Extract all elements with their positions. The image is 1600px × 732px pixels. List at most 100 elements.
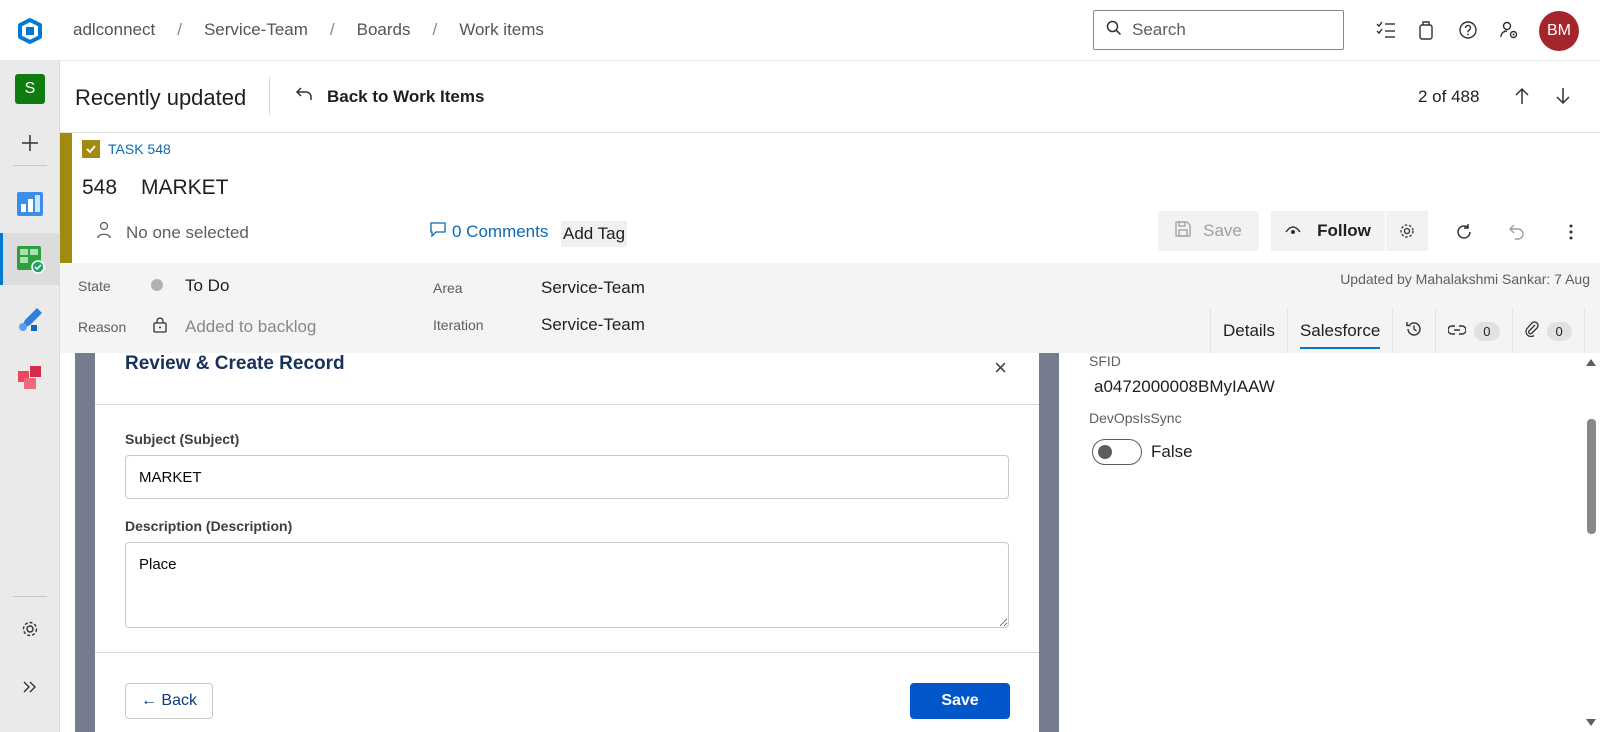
azure-devops-logo-icon[interactable] [16, 17, 44, 45]
comment-icon [430, 222, 452, 242]
add-tag-button[interactable]: Add Tag [561, 221, 628, 247]
scrollbar-thumb[interactable] [1587, 419, 1596, 534]
review-create-record-modal: Review & Create Record × Subject (Subjec… [95, 353, 1039, 732]
comments-label: 0 Comments [452, 222, 549, 241]
history-icon [1405, 320, 1423, 343]
devops-sync-toggle[interactable] [1092, 439, 1142, 465]
breadcrumb-boards[interactable]: Boards [357, 20, 411, 40]
person-icon [96, 221, 126, 244]
follow-button[interactable]: Follow [1271, 211, 1385, 251]
search-input[interactable] [1132, 20, 1322, 40]
pipelines-icon[interactable] [0, 294, 60, 346]
assignee-label: No one selected [126, 222, 249, 242]
help-icon[interactable] [1456, 18, 1480, 42]
pager-text: 2 of 488 [1418, 87, 1480, 106]
header-divider [269, 77, 270, 115]
tab-attachments[interactable]: 0 [1513, 309, 1585, 353]
overview-icon[interactable] [0, 177, 60, 229]
breadcrumb-project[interactable]: Service-Team [204, 20, 308, 40]
sfid-value: a0472000008BMyIAAW [1094, 377, 1275, 396]
scroll-down-arrow-icon[interactable] [1586, 719, 1596, 726]
project-avatar[interactable]: S [0, 63, 60, 115]
work-item-fields: State To Do Reason Added to backlog Area… [60, 263, 1600, 353]
refresh-icon[interactable] [1453, 221, 1475, 243]
shopping-bag-icon[interactable] [1414, 18, 1438, 42]
more-actions-icon[interactable] [1560, 221, 1582, 243]
expand-icon[interactable] [0, 661, 60, 713]
modal-save-button[interactable]: Save [910, 683, 1010, 719]
iteration-value[interactable]: Service-Team [541, 315, 645, 335]
state-value[interactable]: To Do [185, 276, 229, 296]
project-initial: S [15, 74, 45, 104]
state-label: State [78, 278, 111, 294]
area-value[interactable]: Service-Team [541, 278, 645, 298]
devops-sync-label: DevOpsIsSync [1089, 410, 1182, 426]
modal-divider [95, 652, 1039, 653]
save-button[interactable]: Save [1158, 211, 1259, 251]
work-item-type-label: TASK 548 [108, 141, 171, 157]
reason-label: Reason [78, 319, 127, 335]
tab-details[interactable]: Details [1211, 309, 1288, 353]
breadcrumb-separator: / [432, 20, 438, 39]
tab-links[interactable]: 0 [1436, 309, 1513, 353]
subject-label: Subject (Subject) [125, 431, 240, 447]
sfid-label: SFID [1089, 353, 1121, 369]
rail-divider [13, 596, 47, 597]
reason-value: Added to backlog [185, 317, 317, 336]
state-status-dot [151, 279, 163, 291]
artifacts-icon[interactable] [0, 351, 60, 403]
breadcrumb-work-items[interactable]: Work items [459, 20, 544, 40]
user-settings-icon[interactable] [1497, 18, 1521, 42]
modal-divider [95, 404, 1039, 405]
comments-link[interactable]: 0 Comments [430, 222, 548, 242]
work-item-type-color-bar [60, 133, 72, 263]
description-textarea[interactable]: Place [125, 542, 1009, 628]
close-icon[interactable]: × [994, 355, 1007, 381]
area-label: Area [433, 280, 463, 296]
toggle-knob [1098, 445, 1112, 459]
search-box[interactable] [1093, 10, 1344, 50]
breadcrumb-separator: / [177, 20, 182, 39]
updated-by-text[interactable]: Updated by Mahalakshmi Sankar: 7 Aug [1340, 271, 1590, 287]
tab-salesforce[interactable]: Salesforce [1288, 309, 1394, 353]
scroll-up-arrow-icon[interactable] [1586, 359, 1596, 366]
save-label: Save [1203, 221, 1242, 240]
attachments-count-badge: 0 [1546, 321, 1572, 341]
boards-icon[interactable] [0, 233, 60, 285]
tab-history[interactable] [1393, 309, 1437, 353]
previous-item-arrow-up-icon[interactable] [1509, 83, 1535, 109]
undo-icon[interactable] [1506, 221, 1528, 243]
paperclip-icon [1524, 320, 1539, 342]
work-item-type[interactable]: TASK 548 [82, 140, 171, 158]
links-count-badge: 0 [1474, 321, 1500, 341]
search-icon [1106, 20, 1122, 41]
next-item-arrow-down-icon[interactable] [1550, 83, 1576, 109]
breadcrumb-separator: / [329, 20, 335, 39]
settings-icon[interactable] [0, 603, 60, 655]
add-icon[interactable] [0, 117, 60, 169]
back-label: Back to Work Items [327, 86, 485, 106]
back-button[interactable]: ← Back [125, 683, 213, 719]
task-check-icon [82, 140, 100, 158]
avatar[interactable]: BM [1539, 11, 1579, 51]
breadcrumb: adlconnect / Service-Team / Boards / Wor… [73, 20, 544, 40]
subject-input[interactable] [125, 455, 1009, 499]
work-item-header: Recently updated Back to Work Items 2 of… [60, 61, 1600, 133]
back-to-work-items-link[interactable]: Back to Work Items [295, 86, 484, 107]
work-item-title[interactable]: MARKET [141, 176, 229, 200]
rail-divider [13, 165, 47, 166]
devops-sync-value: False [1151, 442, 1193, 461]
task-list-icon[interactable] [1374, 18, 1398, 42]
form-tabs: Details Salesforce 0 0 [1210, 309, 1585, 353]
work-item-id: 548 [82, 176, 118, 199]
follow-settings-gear-icon[interactable] [1386, 211, 1428, 251]
top-bar: adlconnect / Service-Team / Boards / Wor… [0, 0, 1600, 61]
iteration-label: Iteration [433, 317, 484, 333]
lock-icon [153, 317, 167, 338]
follow-label: Follow [1317, 221, 1371, 240]
breadcrumb-org[interactable]: adlconnect [73, 20, 155, 40]
salesforce-panel: SFID a0472000008BMyIAAW DevOpsIsSync Fal… [1059, 353, 1581, 732]
panel-scrollbar[interactable] [1583, 353, 1600, 732]
left-navigation-rail: S [0, 61, 60, 732]
assignee-picker[interactable]: No one selected [96, 221, 249, 244]
